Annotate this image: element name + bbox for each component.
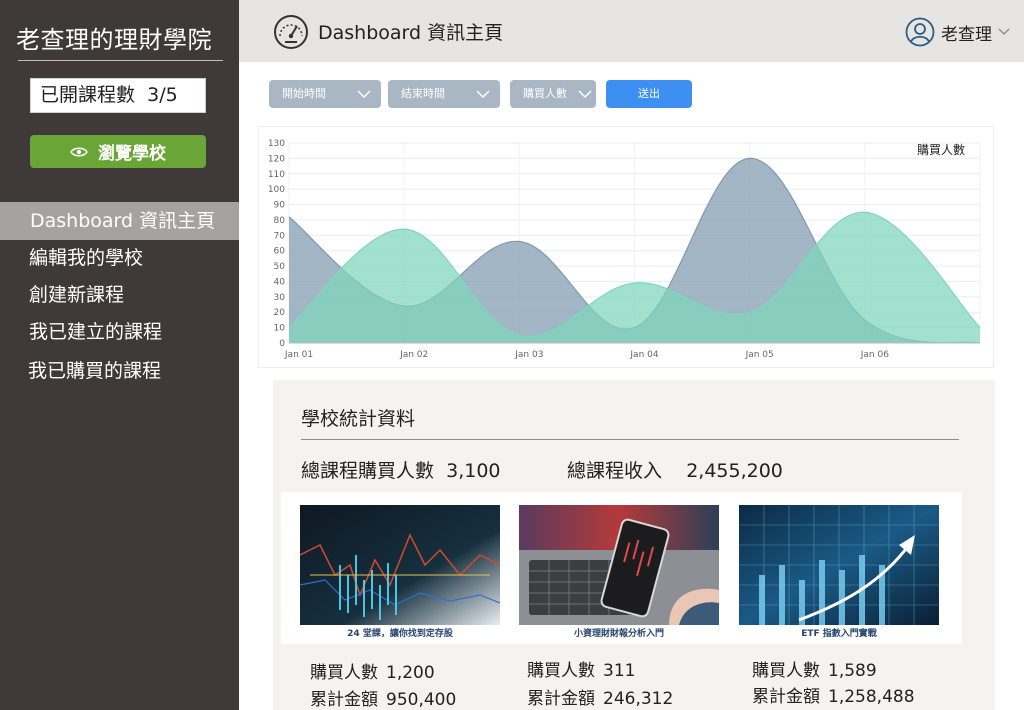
- course-amount-value: 246,312: [603, 689, 674, 709]
- chart-legend: 購買人數: [917, 143, 965, 157]
- submit-button[interactable]: 送出: [606, 80, 692, 108]
- course-buyers-row: 購買人數 1,200: [310, 658, 435, 683]
- y-tick-label: 40: [274, 277, 286, 287]
- y-tick-label: 10: [274, 324, 286, 334]
- sidebar-item-edit-school[interactable]: 編輯我的學校: [0, 240, 239, 277]
- page-title: Dashboard 資訊主頁: [318, 22, 504, 44]
- course-amount-value: 1,258,488: [828, 687, 915, 707]
- course-amount-value: 950,400: [386, 690, 457, 710]
- y-tick-label: 50: [274, 262, 286, 272]
- x-tick-label: Jan 02: [399, 350, 428, 360]
- course-amount-label: 累計金額: [752, 687, 820, 707]
- total-buyers-label: 總課程購買人數: [301, 460, 435, 482]
- chevron-down-icon: [578, 90, 592, 99]
- chart-svg: 0 10 20 30 40 50 60 70 80 90 100 110 120 130 Jan 01 Jan…: [268, 139, 981, 360]
- course-buyers-label: 購買人數: [752, 661, 820, 681]
- course-caption: 小資理財財報分析入門: [519, 625, 719, 643]
- x-tick-label: Jan 06: [860, 350, 889, 360]
- course-amount-label: 累計金額: [527, 689, 595, 709]
- total-buyers-value: 3,100: [446, 460, 501, 482]
- x-tick-label: Jan 05: [745, 350, 774, 360]
- course-amount-row: 累計金額 246,312: [527, 684, 673, 709]
- browse-school-button[interactable]: 瀏覽學校: [30, 135, 206, 168]
- user-menu[interactable]: 老查理: [905, 17, 1010, 47]
- sidebar: 老查理的理財學院 已開課程數 3/5 瀏覽學校 Dashboard 資訊主頁 編…: [0, 0, 239, 710]
- course-buyers-value: 1,589: [828, 661, 877, 681]
- buyers-label: 購買人數: [523, 87, 567, 100]
- x-tick-label: Jan 03: [514, 350, 543, 360]
- speedometer-icon: [274, 15, 308, 49]
- course-caption: ETF 指數入門實戰: [739, 625, 939, 643]
- chevron-down-icon: [476, 90, 490, 99]
- y-tick-label: 0: [279, 339, 285, 349]
- y-tick-label: 60: [274, 247, 286, 257]
- buyers-area-chart: 0 10 20 30 40 50 60 70 80 90 100 110 120 130 Jan 01 Jan…: [258, 126, 994, 368]
- y-tick-label: 110: [268, 170, 285, 180]
- course-thumbnail-phone-laptop[interactable]: [519, 505, 719, 625]
- user-circle-icon: [905, 17, 935, 47]
- course-buyers-value: 1,200: [386, 663, 435, 683]
- total-income-value: 2,455,200: [686, 460, 783, 482]
- stats-title: 學校統計資料: [301, 408, 416, 430]
- total-income-stat: 總課程收入 2,455,200: [567, 456, 783, 483]
- y-tick-label: 30: [274, 293, 286, 303]
- top-header: Dashboard 資訊主頁 老查理: [239, 0, 1024, 62]
- x-tick-label: Jan 01: [284, 350, 313, 360]
- y-tick-label: 130: [268, 139, 285, 149]
- y-tick-label: 80: [274, 216, 286, 226]
- buyers-select[interactable]: 購買人數: [510, 80, 596, 108]
- total-buyers-stat: 總課程購買人數 3,100: [301, 456, 501, 483]
- chevron-down-icon: [357, 90, 371, 99]
- course-count-label: 已開課程數: [40, 84, 136, 106]
- sidebar-item-dashboard[interactable]: Dashboard 資訊主頁: [0, 202, 239, 240]
- y-tick-label: 90: [274, 201, 286, 211]
- school-stats-panel: 學校統計資料 總課程購買人數 3,100 總課程收入 2,455,200 24 …: [273, 380, 995, 710]
- course-thumbnail-stock-chart[interactable]: [300, 505, 500, 625]
- start-time-select[interactable]: 開始時間: [269, 80, 381, 108]
- total-income-label: 總課程收入: [567, 460, 663, 482]
- course-buyers-row: 購買人數 311: [527, 656, 635, 681]
- course-amount-row: 累計金額 950,400: [310, 685, 456, 710]
- sidebar-item-create-course[interactable]: 創建新課程: [0, 277, 239, 313]
- course-buyers-label: 購買人數: [527, 661, 595, 681]
- user-name: 老查理: [941, 24, 992, 45]
- phone-laptop-image: [519, 505, 719, 625]
- end-time-label: 結束時間: [401, 87, 445, 100]
- brand-title: 老查理的理財學院: [16, 26, 212, 54]
- course-buyers-row: 購買人數 1,589: [752, 656, 877, 681]
- end-time-select[interactable]: 結束時間: [388, 80, 500, 108]
- course-caption: 24 堂課，讓你找到定存股: [300, 625, 500, 643]
- y-tick-label: 70: [274, 231, 286, 241]
- course-thumbnail-rising-arrow[interactable]: [739, 505, 939, 625]
- x-tick-label: Jan 04: [629, 350, 658, 360]
- y-tick-label: 120: [268, 154, 285, 164]
- course-buyers-value: 311: [603, 661, 636, 681]
- sidebar-nav: Dashboard 資訊主頁 編輯我的學校 創建新課程 我已建立的課程 我已購買…: [0, 202, 239, 391]
- eye-icon: [70, 147, 88, 156]
- stock-chart-image: [300, 505, 500, 625]
- sidebar-item-my-created-courses[interactable]: 我已建立的課程: [0, 313, 239, 351]
- course-amount-label: 累計金額: [310, 690, 378, 710]
- browse-school-label: 瀏覽學校: [98, 144, 166, 164]
- course-count-value: 3/5: [147, 84, 178, 106]
- stats-divider: [301, 439, 959, 440]
- chevron-down-icon: [998, 28, 1010, 35]
- course-count-box: 已開課程數 3/5: [30, 78, 206, 113]
- sidebar-item-my-purchased-courses[interactable]: 我已購買的課程: [0, 351, 239, 391]
- rising-arrow-image: [739, 505, 939, 625]
- course-amount-row: 累計金額 1,258,488: [752, 682, 915, 707]
- y-tick-label: 100: [268, 185, 285, 195]
- y-tick-label: 20: [274, 308, 286, 318]
- start-time-label: 開始時間: [282, 87, 326, 100]
- brand-divider: [18, 60, 223, 61]
- course-buyers-label: 購買人數: [310, 663, 378, 683]
